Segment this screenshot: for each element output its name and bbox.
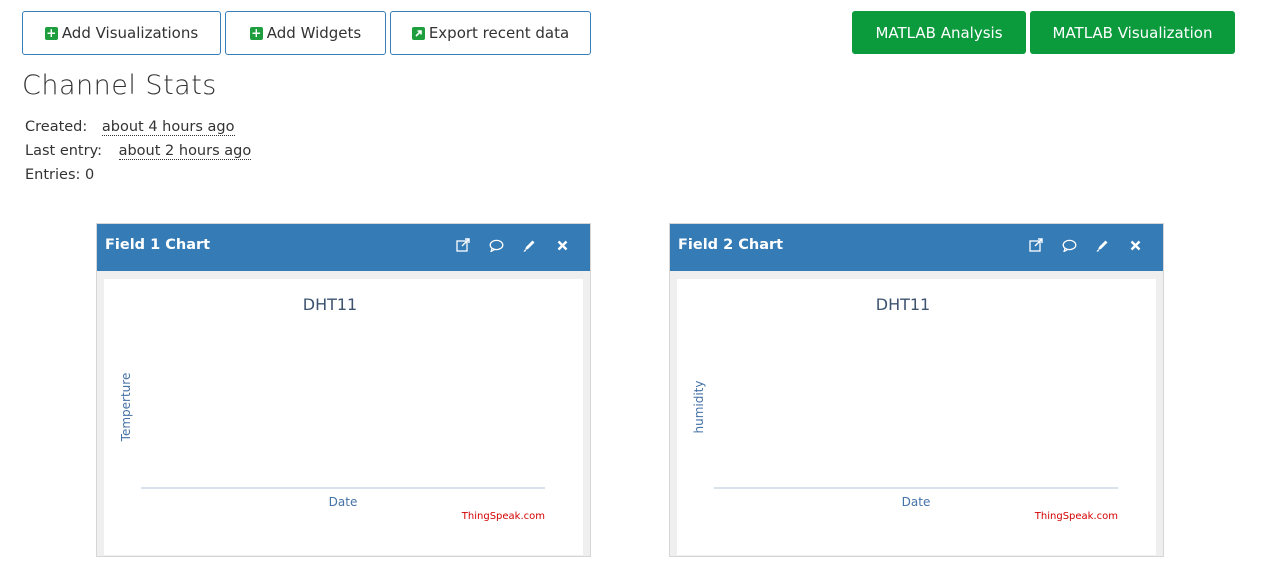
panel-header: Field 2 Chart — [670, 224, 1163, 271]
chart-area: DHT11 humidity Date ThingSpeak.com — [677, 279, 1156, 555]
chart-credit-link[interactable]: ThingSpeak.com — [461, 511, 545, 522]
external-link-icon[interactable] — [455, 237, 471, 253]
last-entry-value: about 2 hours ago — [118, 143, 252, 160]
pencil-icon[interactable] — [1094, 237, 1110, 253]
export-recent-data-label: Export recent data — [428, 24, 570, 42]
chart-svg: DHT11 Temperture Date ThingSpeak.com — [119, 295, 545, 522]
chart-area: DHT11 Temperture Date ThingSpeak.com — [104, 279, 583, 555]
page-title: Channel Stats — [22, 70, 217, 101]
matlab-visualization-label: MATLAB Visualization — [1052, 23, 1213, 42]
chart-title: DHT11 — [303, 295, 357, 314]
plus-square-icon: + — [249, 25, 263, 40]
channel-stats: Created: about 4 hours ago Last entry: a… — [25, 116, 252, 188]
created-label: Created: — [25, 119, 88, 135]
close-icon[interactable] — [1127, 237, 1143, 253]
last-entry-label: Last entry: — [25, 143, 102, 159]
last-entry-row: Last entry: about 2 hours ago — [25, 140, 252, 164]
y-axis-label: humidity — [692, 381, 706, 434]
add-visualizations-label: Add Visualizations — [61, 24, 199, 42]
comment-icon[interactable] — [1061, 237, 1077, 253]
export-square-icon — [411, 26, 425, 40]
entries-label: Entries: — [25, 167, 81, 183]
matlab-visualization-button[interactable]: MATLAB Visualization — [1030, 11, 1235, 54]
pencil-icon[interactable] — [521, 237, 537, 253]
panel-title: Field 1 Chart — [105, 237, 211, 253]
chart-svg: DHT11 humidity Date ThingSpeak.com — [692, 295, 1118, 522]
panel-tools — [1028, 237, 1143, 253]
y-axis-label: Temperture — [119, 373, 133, 443]
entries-value: 0 — [85, 167, 95, 183]
matlab-analysis-label: MATLAB Analysis — [875, 23, 1003, 42]
matlab-analysis-button[interactable]: MATLAB Analysis — [852, 11, 1026, 54]
add-widgets-label: Add Widgets — [266, 24, 362, 42]
add-widgets-button[interactable]: + Add Widgets — [225, 11, 386, 55]
comment-icon[interactable] — [488, 237, 504, 253]
created-row: Created: about 4 hours ago — [25, 116, 251, 140]
external-link-icon[interactable] — [1028, 237, 1044, 253]
field-1-chart-panel: Field 1 Chart DHT11 Temperture Date Thin… — [96, 223, 591, 557]
close-icon[interactable] — [554, 237, 570, 253]
created-value: about 4 hours ago — [101, 119, 235, 136]
chart-credit-link[interactable]: ThingSpeak.com — [1034, 511, 1118, 522]
panel-tools — [455, 237, 570, 253]
panel-title: Field 2 Chart — [678, 237, 784, 253]
x-axis-label: Date — [902, 495, 931, 509]
field-2-chart-panel: Field 2 Chart DHT11 humidity Date ThingS… — [669, 223, 1164, 557]
x-axis-label: Date — [329, 495, 358, 509]
export-recent-data-button[interactable]: Export recent data — [390, 11, 591, 55]
chart-title: DHT11 — [876, 295, 930, 314]
entries-row: Entries: 0 — [25, 164, 251, 188]
plus-square-icon: + — [44, 25, 58, 40]
add-visualizations-button[interactable]: + Add Visualizations — [22, 11, 221, 55]
panel-header: Field 1 Chart — [97, 224, 590, 271]
